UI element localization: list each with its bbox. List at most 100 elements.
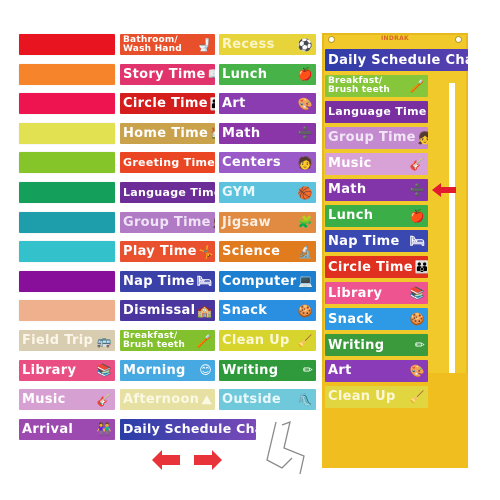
card-illustration-icon: 👪 — [414, 260, 428, 275]
left-arrow-icon[interactable] — [152, 450, 180, 470]
blank-color-strip[interactable] — [19, 152, 115, 174]
pocket-chart-card[interactable]: Art 🎨 — [325, 359, 428, 382]
card-illustration-icon: 🤸 — [198, 244, 214, 259]
pocket-chart-card[interactable]: Nap Time 🛏 — [325, 230, 428, 253]
schedule-card[interactable]: Arrival 👫 — [19, 418, 115, 440]
pocket-chart-card[interactable]: Writing ✏ — [325, 334, 428, 356]
schedule-card[interactable]: Writing ✏ — [219, 359, 316, 381]
pocket-chart-card[interactable]: Lunch 🍎 — [325, 204, 428, 227]
schedule-card[interactable]: Snack 🍪 — [219, 300, 316, 322]
card-illustration-icon: 🎸 — [96, 392, 112, 407]
card-illustration-icon: 📖 — [208, 68, 215, 80]
card-label: Writing — [328, 337, 385, 353]
card-label: Recess — [222, 37, 275, 52]
schedule-card[interactable]: GYM 🏀 — [219, 182, 316, 203]
schedule-card[interactable]: Math ➗ — [219, 122, 316, 144]
schedule-card[interactable]: Bathroom/ Wash Hand 🚽 — [120, 34, 215, 55]
card-illustration-icon: 🧹 — [409, 389, 425, 404]
card-label: Arrival — [22, 421, 74, 437]
schedule-card[interactable]: Home Time🏠 — [120, 122, 215, 144]
schedule-card[interactable]: Greeting Time👋 — [120, 152, 215, 174]
card-label: Music — [328, 156, 372, 172]
card-label: Circle Time — [123, 96, 208, 112]
card-illustration-icon: 🧩 — [297, 215, 313, 230]
card-label: Jigsaw — [222, 214, 271, 230]
card-illustration-icon: 🛏 — [409, 234, 425, 249]
current-activity-pointer-icon[interactable] — [432, 182, 456, 197]
blank-color-strip[interactable] — [19, 270, 115, 292]
card-illustration-icon: 🏠 — [210, 127, 215, 139]
schedule-card[interactable]: Recess ⚽ — [219, 34, 316, 55]
card-illustration-icon: 🧹 — [297, 333, 313, 348]
right-arrow-icon[interactable] — [194, 450, 222, 470]
schedule-card[interactable]: Centers 🧑 — [219, 152, 316, 174]
card-illustration-icon: 🪥 — [196, 333, 212, 348]
schedule-card[interactable]: Group Time👧 — [120, 211, 215, 233]
schedule-card[interactable]: Story Time📖 — [120, 63, 215, 85]
card-label: Field Trip — [22, 333, 94, 348]
pocket-chart: INDRAK Daily Schedule Chart Breakfast/ B… — [322, 33, 468, 468]
schedule-card[interactable]: Field Trip 🚌 — [19, 330, 115, 351]
card-label: Morning — [123, 362, 186, 378]
hanging-hooks-icon — [266, 420, 305, 475]
card-illustration-icon: 🚌 — [96, 333, 112, 348]
card-label: Snack — [222, 303, 268, 319]
schedule-card[interactable]: Dismissal 🏫 — [120, 300, 215, 322]
card-label: Breakfast/ Brush teeth — [123, 330, 186, 350]
blank-color-strip[interactable] — [19, 122, 115, 144]
pocket-chart-card[interactable]: Breakfast/ Brush teeth 🪥 — [325, 75, 428, 97]
card-illustration-icon: ✏ — [302, 363, 313, 378]
schedule-card[interactable]: Language Time🧒 — [120, 182, 215, 203]
card-label: Nap Time — [328, 233, 400, 249]
card-illustration-icon: 🍪 — [409, 312, 425, 327]
blank-color-strip[interactable] — [19, 63, 115, 85]
pocket-chart-card[interactable]: Circle Time 👪 — [325, 256, 428, 279]
card-illustration-icon: 📚 — [96, 363, 112, 378]
schedule-card[interactable]: Jigsaw 🧩 — [219, 211, 316, 233]
card-illustration-icon: 👫 — [96, 422, 112, 437]
card-label: Nap Time — [123, 273, 195, 289]
double-arrow-pointers — [152, 450, 222, 470]
schedule-card[interactable]: Art 🎨 — [219, 93, 316, 115]
card-illustration-icon: ➗ — [297, 126, 313, 141]
pocket-chart-card[interactable]: Math ➗ — [325, 178, 428, 201]
pocket-chart-card[interactable]: Library 📚 — [325, 282, 428, 305]
blank-color-strip[interactable] — [19, 211, 115, 233]
pocket-chart-card[interactable]: Language Time🧒 — [325, 100, 428, 123]
schedule-card[interactable]: Science 🔬 — [219, 241, 316, 263]
card-illustration-icon: 😊 — [199, 363, 212, 378]
card-illustration-icon: ⛰ — [201, 392, 212, 407]
schedule-card[interactable]: Music 🎸 — [19, 389, 115, 411]
schedule-card[interactable]: Lunch 🍎 — [219, 63, 316, 85]
daily-schedule-chart-header-card[interactable]: Daily Schedule Chart — [120, 418, 256, 440]
pocket-chart-card[interactable]: Group Time 👧 — [325, 126, 428, 149]
blank-color-strip[interactable] — [19, 300, 115, 322]
blank-color-strip[interactable] — [19, 93, 115, 115]
card-label: Group Time — [123, 214, 211, 230]
schedule-card[interactable]: Afternoon ⛰ — [120, 389, 215, 411]
schedule-card[interactable]: Nap Time 🛏 — [120, 270, 215, 292]
pocket-chart-card[interactable]: Snack 🍪 — [325, 308, 428, 331]
card-label: Daily Schedule Chart — [123, 421, 256, 437]
schedule-card[interactable]: Breakfast/ Brush teeth 🪥 — [120, 330, 215, 351]
pocket-chart-card[interactable]: Music 🎸 — [325, 152, 428, 175]
pocket-chart-card[interactable]: Clean Up 🧹 — [325, 385, 428, 408]
schedule-card[interactable]: Library 📚 — [19, 359, 115, 381]
blank-color-strip[interactable] — [19, 241, 115, 263]
blank-color-strip[interactable] — [19, 34, 115, 55]
card-label: Computer — [222, 273, 297, 289]
card-illustration-icon: 🎨 — [409, 363, 425, 378]
schedule-card[interactable]: Circle Time👪 — [120, 93, 215, 115]
blank-color-strip[interactable] — [19, 182, 115, 203]
card-label: Circle Time — [328, 259, 413, 275]
schedule-card[interactable]: Morning 😊 — [120, 359, 215, 381]
card-illustration-icon: 🔬 — [297, 244, 313, 259]
card-illustration-icon: 🍎 — [409, 208, 425, 223]
card-label: Math — [222, 125, 261, 141]
schedule-card[interactable]: Play Time 🤸 — [120, 241, 215, 263]
pointer-slot[interactable] — [449, 83, 455, 373]
schedule-card[interactable]: Outside 🛝 — [219, 389, 316, 411]
card-label: Clean Up — [222, 333, 290, 348]
schedule-card[interactable]: Computer 💻 — [219, 270, 316, 292]
schedule-card[interactable]: Clean Up 🧹 — [219, 330, 316, 351]
